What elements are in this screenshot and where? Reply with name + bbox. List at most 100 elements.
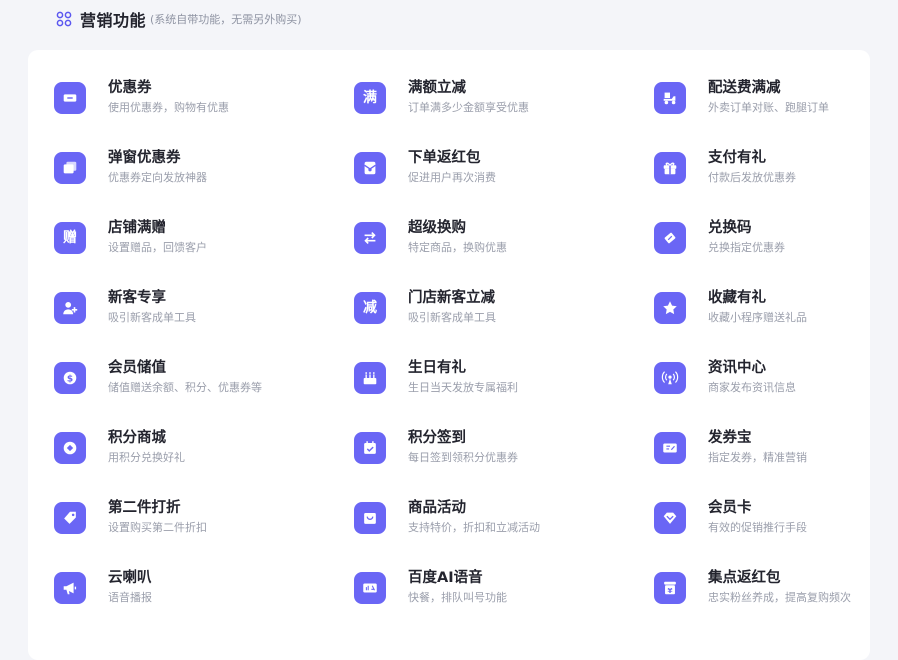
section-header: 营销功能 (系统自带功能，无需另外购买)	[56, 8, 302, 30]
feature-title: 百度AI语音	[408, 570, 483, 586]
popup-window-icon	[54, 152, 86, 184]
feature-title: 优惠券	[108, 80, 152, 96]
feature-desc: 设置购买第二件折扣	[108, 521, 207, 534]
grid-icon	[56, 11, 72, 27]
feature-title: 配送费满减	[708, 80, 781, 96]
feature-item[interactable]: 赠 店铺满赠设置赠品，回馈客户	[54, 216, 354, 286]
voucher-icon	[654, 432, 686, 464]
svg-text:¥: ¥	[667, 586, 672, 595]
user-add-icon	[54, 292, 86, 324]
feature-desc: 有效的促销推行手段	[708, 521, 807, 534]
feature-desc: 商家发布资讯信息	[708, 381, 796, 394]
feature-title: 积分商城	[108, 430, 166, 446]
feature-desc: 设置赠品，回馈客户	[108, 241, 207, 254]
star-icon	[654, 292, 686, 324]
feature-item[interactable]: 资讯中心商家发布资讯信息	[654, 356, 874, 426]
features-card: 优惠券 使用优惠券，购物有优惠满满额立减 订单满多少金额享受优惠 配送费满减 外卖订单对…	[28, 50, 870, 660]
feature-item[interactable]: 生日有礼生日当天发放专属福利	[354, 356, 654, 426]
feature-title: 第二件打折	[108, 500, 181, 516]
feature-title: 新客专享	[108, 290, 166, 306]
features-grid: 优惠券 使用优惠券，购物有优惠满满额立减 订单满多少金额享受优惠 配送费满减 外卖订单对…	[54, 76, 874, 636]
feature-item[interactable]: 弹窗优惠券 优惠券定向发放神器	[54, 146, 354, 216]
section-title: 营销功能	[80, 11, 147, 30]
icon-glyph: 满	[363, 90, 377, 106]
feature-title: 资讯中心	[708, 360, 766, 376]
feature-title: 超级换购	[408, 220, 466, 236]
feature-item[interactable]: 超级换购特定商品，换购优惠	[354, 216, 654, 286]
feature-desc: 促进用户再次消费	[408, 171, 496, 184]
feature-desc: 兑换指定优惠券	[708, 241, 785, 254]
broadcast-icon	[654, 362, 686, 394]
diamond-icon	[654, 502, 686, 534]
shopping-bag-icon	[354, 502, 386, 534]
feature-item[interactable]: 优惠券使用优惠券，购物有优惠	[54, 76, 354, 146]
feature-desc: 快餐，排队叫号功能	[408, 591, 507, 604]
feature-item[interactable]: 积分商城 用积分兑换好礼	[54, 426, 354, 496]
feature-title: 积分签到	[408, 430, 466, 446]
yen-stamp-icon: ¥	[654, 572, 686, 604]
ticket-icon	[54, 82, 86, 114]
feature-desc: 指定发券，精准营销	[708, 451, 807, 464]
feature-item[interactable]: 发券宝指定发券，精准营销	[654, 426, 874, 496]
feature-title: 商品活动	[408, 500, 466, 516]
feature-item[interactable]: 收藏有礼 收藏小程序赠送礼品	[654, 286, 874, 356]
feature-item[interactable]: 满 满额立减订单满多少金额享受优惠	[354, 76, 654, 146]
feature-item[interactable]: 第二件打折设置购买第二件折扣	[54, 496, 354, 566]
feature-title: 支付有礼	[708, 150, 766, 166]
feature-desc: 付款后发放优惠券	[708, 171, 796, 184]
feature-desc: 订单满多少金额享受优惠	[408, 101, 529, 114]
feature-desc: 吸引新客成单工具	[408, 311, 496, 324]
gift-box-icon	[654, 152, 686, 184]
feature-item[interactable]: 支付有礼付款后发放优惠券	[654, 146, 874, 216]
birthday-cake-icon	[354, 362, 386, 394]
points-coin-icon	[54, 432, 86, 464]
feature-title: 下单返红包	[408, 150, 481, 166]
feature-item[interactable]: 减 门店新客立减 吸引新客成单工具	[354, 286, 654, 356]
delivery-scooter-icon	[654, 82, 686, 114]
feature-title: 集点返红包	[708, 570, 781, 586]
feature-item[interactable]: 会员卡有效的促销推行手段	[654, 496, 874, 566]
icon-glyph: 减	[363, 300, 377, 316]
feature-item[interactable]: 下单返红包促进用户再次消费	[354, 146, 654, 216]
feature-desc: 收藏小程序赠送礼品	[708, 311, 807, 324]
feature-desc: 支持特价，折扣和立减活动	[408, 521, 540, 534]
coupon-tag-icon	[654, 222, 686, 254]
feature-title: 发券宝	[708, 430, 752, 446]
feature-title: 店铺满赠	[108, 220, 166, 236]
feature-item[interactable]: 配送费满减外卖订单对账、跑腿订单	[654, 76, 874, 146]
feature-title: 兑换码	[708, 220, 752, 236]
feature-item[interactable]: 积分签到每日签到领积分优惠券	[354, 426, 654, 496]
man-char-icon: 满	[354, 82, 386, 114]
megaphone-icon	[54, 572, 86, 604]
feature-desc: 每日签到领积分优惠券	[408, 451, 518, 464]
feature-item[interactable]: 商品活动支持特价，折扣和立减活动	[354, 496, 654, 566]
zeng-char-icon: 赠	[54, 222, 86, 254]
feature-item[interactable]: ¥ 集点返红包 忠实粉丝养成，提高复购频次	[654, 566, 874, 636]
feature-title: 会员卡	[708, 500, 752, 516]
feature-title: 生日有礼	[408, 360, 466, 376]
jian-char-icon: 减	[354, 292, 386, 324]
feature-item[interactable]: 新客专享吸引新客成单工具	[54, 286, 354, 356]
svg-text:$: $	[67, 375, 73, 385]
red-envelope-icon	[354, 152, 386, 184]
feature-desc: 吸引新客成单工具	[108, 311, 196, 324]
calendar-check-icon	[354, 432, 386, 464]
feature-desc: 生日当天发放专属福利	[408, 381, 518, 394]
feature-desc: 使用优惠券，购物有优惠	[108, 101, 229, 114]
dollar-coin-icon: $	[54, 362, 86, 394]
feature-desc: 语音播报	[108, 591, 152, 604]
section-note: (系统自带功能，无需另外购买)	[150, 13, 302, 26]
feature-title: 弹窗优惠券	[108, 150, 181, 166]
feature-desc: 储值赠送余额、积分、优惠券等	[108, 381, 262, 394]
feature-item[interactable]: 云喇叭 语音播报	[54, 566, 354, 636]
ai-voice-icon	[354, 572, 386, 604]
feature-title: 满额立减	[408, 80, 466, 96]
feature-desc: 外卖订单对账、跑腿订单	[708, 101, 829, 114]
feature-desc: 特定商品，换购优惠	[408, 241, 507, 254]
feature-title: 云喇叭	[108, 570, 152, 586]
feature-item[interactable]: $ 会员储值 储值赠送余额、积分、优惠券等	[54, 356, 354, 426]
feature-title: 门店新客立减	[408, 290, 495, 306]
swap-arrows-icon	[354, 222, 386, 254]
feature-item[interactable]: 百度AI语音快餐，排队叫号功能	[354, 566, 654, 636]
feature-item[interactable]: 兑换码兑换指定优惠券	[654, 216, 874, 286]
